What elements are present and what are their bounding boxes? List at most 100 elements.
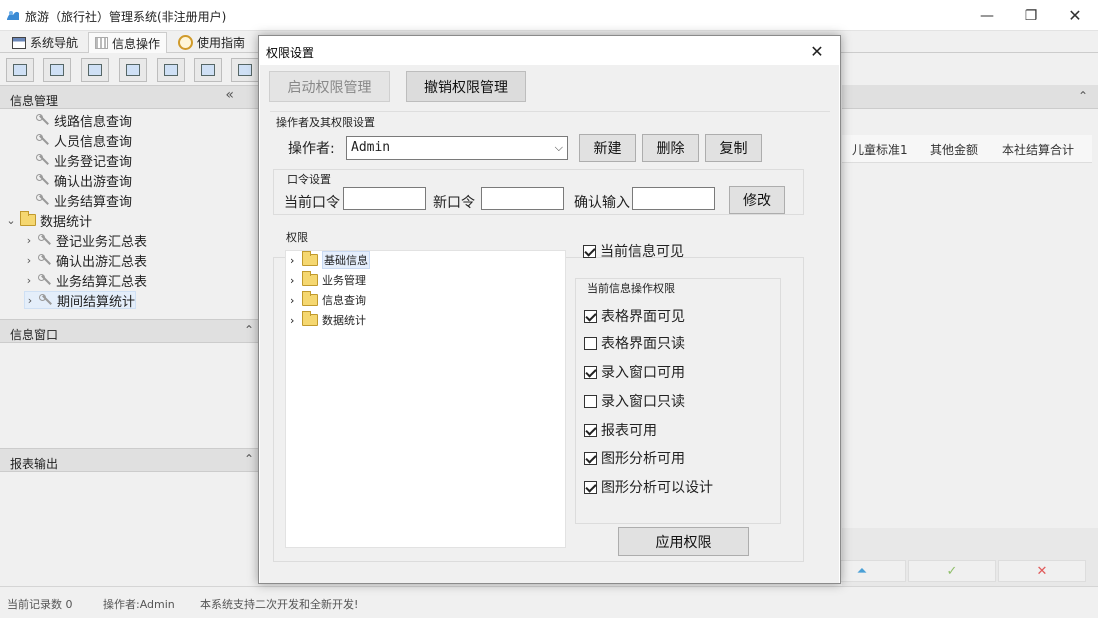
- panel-title: 报表输出: [10, 457, 59, 471]
- chevron-down-icon: ⌄: [6, 213, 16, 227]
- tree-item-label: 确认出游汇总表: [56, 254, 148, 270]
- checkbox-box: [584, 394, 597, 408]
- tab-label: 使用指南: [197, 36, 246, 50]
- dialog-title: 权限设置: [266, 46, 315, 60]
- tab-label: 系统导航: [30, 36, 79, 50]
- tab-system-navigation[interactable]: 系统导航: [6, 32, 84, 53]
- tree-item-trip-summary[interactable]: › 确认出游汇总表: [24, 251, 148, 270]
- tab-user-guide[interactable]: 使用指南: [172, 32, 251, 53]
- option-chart-design-checkbox[interactable]: 图形分析可以设计: [584, 477, 713, 497]
- option-table-visible-checkbox[interactable]: 表格界面可见: [584, 306, 685, 326]
- collapse-left-icon[interactable]: «: [225, 87, 234, 103]
- operator-section-label: 操作者及其权限设置: [276, 116, 375, 129]
- permission-tree: › 基础信息 › 业务管理 › 信息查询 › 数据统计: [285, 250, 566, 548]
- modify-password-button[interactable]: 修改: [729, 186, 785, 214]
- tree-item-trip-confirm-query[interactable]: 确认出游查询: [36, 171, 132, 190]
- tree-item-booking-summary[interactable]: › 登记业务汇总表: [24, 231, 147, 250]
- chevron-right-icon: ›: [26, 273, 32, 287]
- report-output-body: [0, 473, 260, 585]
- divider: [270, 111, 830, 112]
- toolbar-export-button[interactable]: [194, 58, 222, 82]
- tree-item-personnel-query[interactable]: 人员信息查询: [36, 131, 133, 150]
- tree-item-settlement-query[interactable]: 业务结算查询: [36, 191, 132, 210]
- checkbox-box: [584, 336, 597, 350]
- dialog-close-button[interactable]: ✕: [800, 38, 834, 64]
- checkbox-label: 图形分析可用: [601, 451, 685, 467]
- column-header[interactable]: 儿童标准1: [852, 141, 908, 158]
- tool-icon: [36, 193, 50, 207]
- password-section-label: 口令设置: [286, 171, 332, 187]
- enable-permission-button[interactable]: 启动权限管理: [269, 71, 390, 102]
- current-password-input[interactable]: [343, 187, 426, 210]
- checkbox-box: [584, 365, 597, 379]
- chevron-right-icon: ›: [290, 313, 295, 327]
- tree-item-booking-query[interactable]: 业务登记查询: [36, 151, 133, 170]
- option-chart-enabled-checkbox[interactable]: 图形分析可用: [584, 448, 685, 468]
- column-header[interactable]: 本社结算合计: [1002, 141, 1074, 158]
- permission-tree-item[interactable]: › 数据统计: [290, 311, 366, 328]
- help-circle-icon: [178, 35, 193, 50]
- collapse-up-icon[interactable]: ⌃: [1078, 89, 1088, 103]
- tool-icon: [39, 293, 53, 307]
- new-password-input[interactable]: [481, 187, 564, 210]
- chevron-right-icon: ›: [290, 253, 295, 267]
- permission-section-label: 权限: [286, 231, 308, 244]
- revoke-permission-button[interactable]: 撤销权限管理: [406, 71, 526, 102]
- toolbar-monitor-button[interactable]: [157, 58, 185, 82]
- option-entry-readonly-checkbox[interactable]: 录入窗口只读: [584, 391, 685, 411]
- left-navigation-tree: 线路信息查询 人员信息查询 业务登记查询 确认出游查询 业务结算查询 ⌄ 数据统计…: [0, 110, 260, 314]
- tree-item-label: 业务管理: [322, 274, 366, 287]
- column-header[interactable]: 其他金额: [930, 141, 978, 158]
- current-operator: 操作者:Admin: [103, 598, 175, 611]
- confirm-password-input[interactable]: [632, 187, 715, 210]
- toolbar-print-button[interactable]: [231, 58, 259, 82]
- current-info-visible-checkbox[interactable]: 当前信息可见: [583, 241, 684, 261]
- permission-tree-item[interactable]: › 业务管理: [290, 271, 366, 288]
- document-icon: [88, 64, 102, 76]
- toolbar-search-button[interactable]: [6, 58, 34, 82]
- option-table-readonly-checkbox[interactable]: 表格界面只读: [584, 333, 685, 353]
- operator-select[interactable]: Admin ⌵: [346, 136, 568, 160]
- tree-item-label: 业务结算汇总表: [56, 274, 148, 290]
- checkbox-label: 当前信息可见: [600, 244, 684, 260]
- new-operator-button[interactable]: 新建: [579, 134, 636, 162]
- checkbox-label: 录入窗口可用: [601, 365, 685, 381]
- tab-info-operations[interactable]: 信息操作: [88, 32, 168, 53]
- toolbar-users-button[interactable]: [119, 58, 147, 82]
- permission-tree-item[interactable]: › 基础信息: [290, 251, 370, 269]
- tree-item-settlement-summary[interactable]: › 业务结算汇总表: [24, 271, 148, 290]
- new-password-label: 新口令: [433, 195, 475, 211]
- folder-icon: [20, 211, 36, 226]
- permission-tree-item[interactable]: › 信息查询: [290, 291, 366, 308]
- operator-value: Admin: [351, 140, 391, 155]
- apply-permission-button[interactable]: 应用权限: [618, 527, 749, 556]
- option-entry-enabled-checkbox[interactable]: 录入窗口可用: [584, 362, 685, 382]
- tree-item-label: 业务登记查询: [54, 154, 133, 170]
- tree-item-period-statistics[interactable]: › 期间结算统计: [24, 291, 137, 310]
- tree-item-label: 信息查询: [322, 294, 366, 307]
- nav-confirm-button[interactable]: ✓: [908, 560, 996, 582]
- tree-item-route-query[interactable]: 线路信息查询: [36, 111, 132, 130]
- delete-operator-button[interactable]: 删除: [642, 134, 699, 162]
- panel-title: 信息窗口: [10, 328, 59, 342]
- confirm-password-label: 确认输入: [574, 195, 630, 211]
- collapse-up-icon[interactable]: ⌃: [244, 323, 254, 337]
- folder-icon: [302, 251, 318, 266]
- toolbar-list-button[interactable]: [43, 58, 71, 82]
- tree-folder-statistics[interactable]: ⌄ 数据统计: [6, 211, 92, 230]
- maximize-button[interactable]: ❐: [1008, 0, 1054, 31]
- toolbar-document-button[interactable]: [81, 58, 109, 82]
- grid-icon: [95, 37, 108, 49]
- close-button[interactable]: ✕: [1052, 0, 1098, 31]
- status-message: 本系统支持二次开发和全新开发!: [200, 598, 359, 611]
- copy-operator-button[interactable]: 复制: [705, 134, 762, 162]
- nav-cancel-button[interactable]: ✕: [998, 560, 1086, 582]
- minimize-button[interactable]: —: [964, 0, 1010, 31]
- option-report-enabled-checkbox[interactable]: 报表可用: [584, 420, 657, 440]
- title-bar: 旅游（旅行社）管理系统(非注册用户) — ❐ ✕: [0, 0, 1098, 31]
- collapse-up-icon[interactable]: ⌃: [244, 452, 254, 466]
- tree-item-label: 人员信息查询: [54, 134, 133, 150]
- checkbox-box: [584, 423, 597, 437]
- checkbox-box: [584, 451, 597, 465]
- checkbox-label: 图形分析可以设计: [601, 480, 713, 496]
